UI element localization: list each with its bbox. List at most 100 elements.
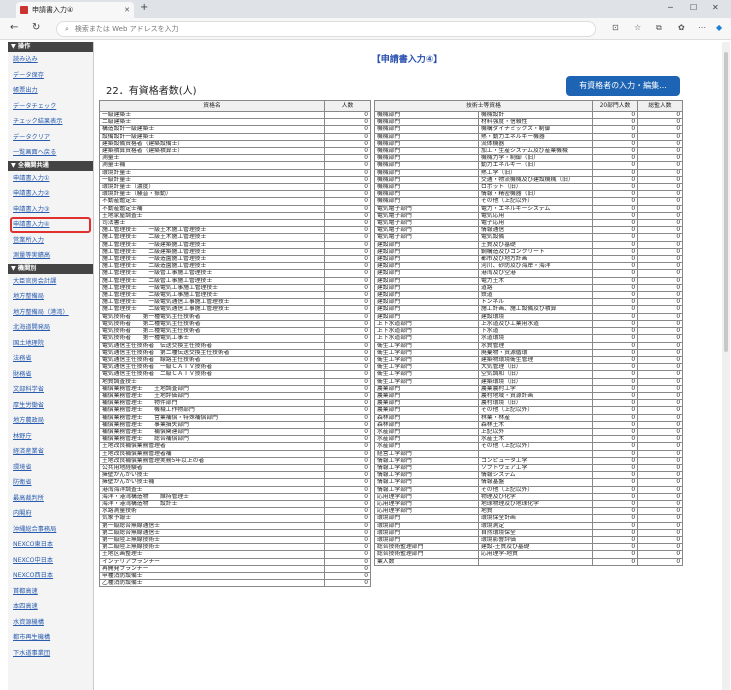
20dept-count-input[interactable]: 0	[592, 427, 639, 437]
count-input[interactable]: 0	[324, 391, 371, 401]
supervisor-count-input[interactable]: 0	[637, 269, 684, 278]
supervisor-count-input[interactable]: 0	[637, 543, 684, 552]
supervisor-count-input[interactable]: 0	[637, 363, 684, 372]
count-input[interactable]: 0	[324, 233, 371, 242]
supervisor-count-input[interactable]: 0	[637, 204, 684, 213]
supervisor-count-input[interactable]: 0	[637, 463, 684, 473]
collections-icon[interactable]: ⧉	[656, 23, 662, 33]
20dept-count-input[interactable]: 0	[592, 478, 639, 487]
20dept-count-input[interactable]: 0	[592, 406, 639, 415]
supervisor-count-input[interactable]: 0	[637, 298, 684, 307]
sidebar-item[interactable]: NEXCO中日本	[8, 553, 93, 569]
copilot-icon[interactable]: ◆	[716, 23, 722, 32]
count-input[interactable]: 0	[324, 521, 371, 530]
20dept-count-input[interactable]: 0	[592, 175, 639, 185]
20dept-count-input[interactable]: 0	[592, 377, 639, 386]
sidebar-item[interactable]: 環境省	[8, 460, 93, 476]
20dept-count-input[interactable]: 0	[592, 132, 639, 141]
extensions-icon[interactable]: ✿	[678, 23, 685, 32]
scrollbar[interactable]	[722, 42, 730, 690]
20dept-count-input[interactable]: 0	[592, 204, 639, 213]
supervisor-count-input[interactable]: 0	[637, 399, 684, 408]
supervisor-count-input[interactable]: 0	[637, 327, 684, 336]
supervisor-count-input[interactable]: 0	[637, 175, 684, 185]
supervisor-count-input[interactable]: 0	[637, 406, 684, 415]
supervisor-count-input[interactable]: 0	[637, 507, 684, 516]
count-input[interactable]: 0	[324, 384, 371, 393]
sidebar-item[interactable]: 地方整備局（港湾）	[8, 305, 93, 321]
supervisor-count-input[interactable]: 0	[637, 355, 684, 365]
sidebar-item[interactable]: データクリア	[8, 130, 93, 146]
20dept-count-input[interactable]: 0	[592, 283, 639, 293]
supervisor-count-input[interactable]: 0	[637, 154, 684, 163]
20dept-count-input[interactable]: 0	[592, 319, 639, 329]
count-input[interactable]: 0	[324, 226, 371, 235]
supervisor-count-input[interactable]: 0	[637, 478, 684, 487]
20dept-count-input[interactable]: 0	[592, 485, 639, 494]
20dept-count-input[interactable]: 0	[592, 161, 639, 170]
count-input[interactable]: 0	[324, 485, 371, 494]
count-input[interactable]: 0	[324, 319, 371, 329]
supervisor-count-input[interactable]: 0	[637, 384, 684, 393]
20dept-count-input[interactable]: 0	[592, 499, 639, 509]
back-icon[interactable]: ←	[10, 22, 18, 33]
count-input[interactable]: 0	[324, 535, 371, 545]
supervisor-count-input[interactable]: 0	[637, 521, 684, 530]
20dept-count-input[interactable]: 0	[592, 211, 639, 221]
sidebar-item[interactable]: 申請書入力②	[8, 186, 93, 202]
supervisor-count-input[interactable]: 0	[637, 420, 684, 429]
address-input[interactable]: ⌕ 検索または Web アドレスを入力	[56, 21, 596, 37]
count-input[interactable]: 0	[324, 341, 371, 350]
supervisor-count-input[interactable]: 0	[637, 183, 684, 192]
supervisor-count-input[interactable]: 0	[637, 219, 684, 228]
20dept-count-input[interactable]: 0	[592, 269, 639, 278]
count-input[interactable]: 0	[324, 161, 371, 170]
new-tab-icon[interactable]: +	[140, 2, 148, 13]
supervisor-count-input[interactable]: 0	[637, 391, 684, 401]
20dept-count-input[interactable]: 0	[592, 442, 639, 451]
sidebar-item[interactable]: 経済産業省	[8, 444, 93, 460]
20dept-count-input[interactable]: 0	[592, 471, 639, 480]
count-input[interactable]: 0	[324, 478, 371, 487]
20dept-count-input[interactable]: 0	[592, 154, 639, 163]
supervisor-count-input[interactable]: 0	[637, 283, 684, 293]
20dept-count-input[interactable]: 0	[592, 528, 639, 537]
20dept-count-input[interactable]: 0	[592, 262, 639, 271]
sidebar-item[interactable]: 一覧画面へ戻る	[8, 145, 93, 161]
supervisor-count-input[interactable]: 0	[637, 255, 684, 264]
20dept-count-input[interactable]: 0	[592, 543, 639, 552]
count-input[interactable]: 0	[324, 197, 371, 206]
count-input[interactable]: 0	[324, 449, 371, 458]
sidebar-item[interactable]: 沖縄総合事務局	[8, 522, 93, 538]
supervisor-count-input[interactable]: 0	[637, 226, 684, 235]
20dept-count-input[interactable]: 0	[592, 435, 639, 444]
sidebar-item[interactable]: 防衛省	[8, 475, 93, 491]
count-input[interactable]: 0	[324, 579, 371, 588]
20dept-count-input[interactable]: 0	[592, 219, 639, 228]
count-input[interactable]: 0	[324, 399, 371, 408]
sidebar-item[interactable]: データ保存	[8, 68, 93, 84]
20dept-count-input[interactable]: 0	[592, 413, 639, 422]
supervisor-count-input[interactable]: 0	[637, 291, 684, 300]
sidebar-item[interactable]: 申請書入力①	[8, 171, 93, 187]
reader-icon[interactable]: ⊡	[612, 23, 619, 32]
tab-close-icon[interactable]: ✕	[124, 6, 130, 14]
20dept-count-input[interactable]: 0	[592, 557, 639, 566]
supervisor-count-input[interactable]: 0	[637, 442, 684, 451]
count-input[interactable]: 0	[324, 276, 371, 285]
20dept-count-input[interactable]: 0	[592, 168, 639, 177]
supervisor-count-input[interactable]: 0	[637, 118, 684, 127]
count-input[interactable]: 0	[324, 327, 371, 336]
supervisor-count-input[interactable]: 0	[637, 168, 684, 177]
20dept-count-input[interactable]: 0	[592, 384, 639, 393]
supervisor-count-input[interactable]: 0	[637, 197, 684, 206]
count-input[interactable]: 0	[324, 132, 371, 141]
count-input[interactable]: 0	[324, 363, 371, 372]
count-input[interactable]: 0	[324, 370, 371, 379]
count-input[interactable]: 0	[324, 175, 371, 185]
count-input[interactable]: 0	[324, 110, 371, 120]
sidebar-item[interactable]: 申請書入力④	[10, 217, 91, 233]
20dept-count-input[interactable]: 0	[592, 449, 639, 458]
count-input[interactable]: 0	[324, 348, 371, 357]
sidebar-item[interactable]: 最高裁判所	[8, 491, 93, 507]
